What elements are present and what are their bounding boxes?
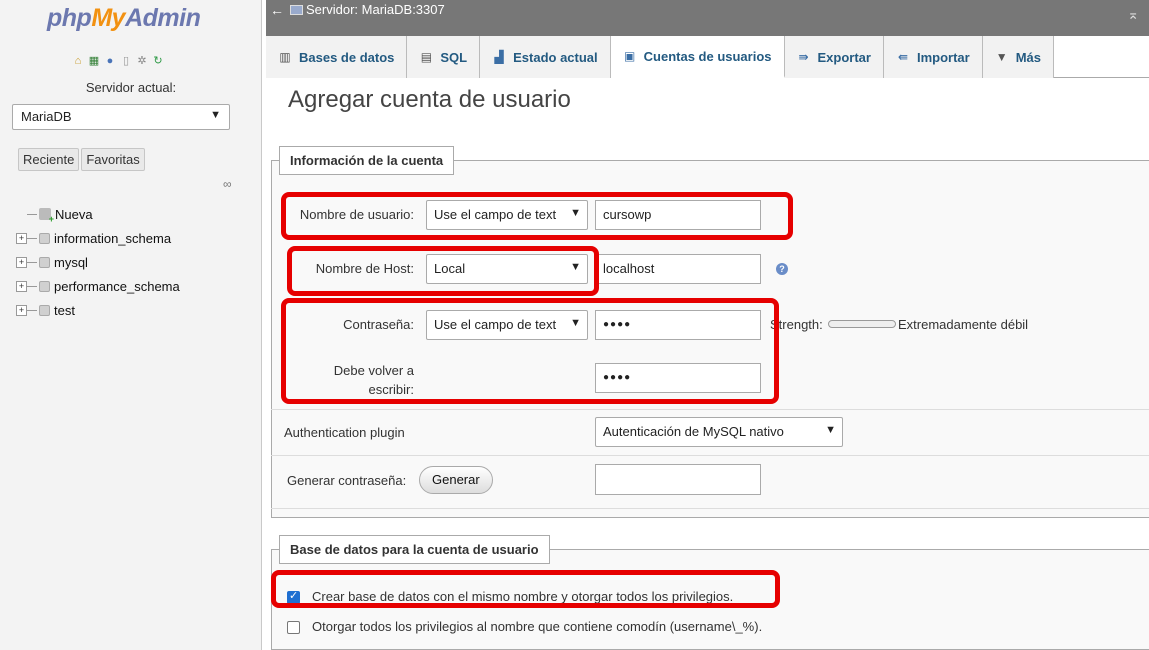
auth-plugin-label: Authentication plugin bbox=[284, 425, 405, 440]
tree-item-new[interactable]: Nueva bbox=[16, 202, 180, 226]
page-title: Agregar cuenta de usuario bbox=[288, 86, 571, 113]
tab-sql[interactable]: ▤ SQL bbox=[407, 36, 481, 78]
chevron-down-icon: ▼ bbox=[210, 109, 221, 121]
collapse-icon[interactable]: ⌅ bbox=[1127, 6, 1139, 23]
tab-status[interactable]: ▟ Estado actual bbox=[480, 36, 611, 78]
tree-item-performance-schema[interactable]: + performance_schema bbox=[16, 274, 180, 298]
quick-icons: ⌂ ▦ ● ▯ ✲ ↻ bbox=[72, 55, 164, 67]
expand-icon[interactable]: + bbox=[16, 304, 27, 316]
expand-icon[interactable]: + bbox=[16, 232, 27, 244]
generate-button[interactable]: Generar bbox=[419, 466, 493, 494]
tab-label: Exportar bbox=[817, 49, 871, 65]
phpmyadmin-logo[interactable]: phpMyAdmin bbox=[47, 4, 201, 33]
db-icon[interactable]: ▦ bbox=[88, 55, 100, 67]
arrow-left-icon[interactable]: ← bbox=[270, 2, 284, 18]
navigation-sidebar: phpMyAdmin ⌂ ▦ ● ▯ ✲ ↻ Servidor actual: … bbox=[0, 0, 262, 650]
sql-icon: ▤ bbox=[420, 50, 433, 64]
generated-password-input[interactable] bbox=[595, 464, 761, 495]
divider bbox=[271, 455, 1149, 456]
tree-item-test[interactable]: + test bbox=[16, 298, 180, 322]
tree-item-label[interactable]: information_schema bbox=[54, 231, 171, 246]
link-icon[interactable]: ∞ bbox=[223, 177, 232, 191]
logo-admin: Admin bbox=[125, 4, 201, 32]
chevron-down-icon: ▼ bbox=[825, 424, 836, 436]
tab-import[interactable]: ⇚ Importar bbox=[883, 36, 983, 78]
database-icon bbox=[39, 280, 50, 292]
wildcard-privileges-checkbox[interactable] bbox=[287, 621, 300, 634]
account-info-legend: Información de la cuenta bbox=[279, 146, 455, 175]
tree-item-information-schema[interactable]: + information_schema bbox=[16, 226, 180, 250]
tab-label: Cuentas de usuarios bbox=[643, 48, 772, 64]
help-icon[interactable]: ● bbox=[104, 55, 116, 67]
settings-icon[interactable]: ✲ bbox=[136, 55, 148, 67]
sidebar-tab-favorites[interactable]: Favoritas bbox=[81, 148, 145, 171]
tab-label: Importar bbox=[916, 49, 970, 65]
host-input[interactable]: localhost bbox=[595, 254, 761, 284]
database-tree: Nueva + information_schema + mysql + per… bbox=[16, 202, 180, 322]
tab-label: Estado actual bbox=[513, 49, 598, 65]
server-breadcrumb[interactable]: Servidor: MariaDB:3307 bbox=[290, 2, 445, 17]
logo-my: My bbox=[91, 4, 126, 32]
tree-item-label[interactable]: Nueva bbox=[55, 207, 93, 222]
server-select[interactable]: MariaDB ▼ bbox=[12, 104, 230, 130]
auth-plugin-value: Autenticación de MySQL nativo bbox=[603, 424, 784, 439]
logo-php: php bbox=[47, 4, 92, 32]
tree-item-label[interactable]: mysql bbox=[54, 255, 88, 270]
new-db-icon bbox=[39, 208, 54, 224]
tab-export[interactable]: ⇛ Exportar bbox=[784, 36, 884, 78]
tab-label: Bases de datos bbox=[299, 49, 395, 65]
database-legend: Base de datos para la cuenta de usuario bbox=[279, 535, 550, 564]
tab-label: SQL bbox=[440, 49, 468, 65]
server-icon bbox=[290, 4, 303, 15]
server-breadcrumb-bar: ← Servidor: MariaDB:3307 ⌅ bbox=[266, 0, 1149, 36]
highlight-host bbox=[287, 246, 599, 296]
expand-icon[interactable]: + bbox=[16, 256, 27, 268]
main-tabs: ▥ Bases de datos ▤ SQL ▟ Estado actual ▣… bbox=[266, 36, 1149, 78]
server-breadcrumb-label: Servidor: MariaDB:3307 bbox=[306, 2, 445, 17]
users-icon: ▣ bbox=[623, 49, 636, 63]
divider bbox=[271, 409, 1149, 410]
home-icon[interactable]: ⌂ bbox=[72, 55, 84, 67]
reload-icon[interactable]: ↻ bbox=[152, 55, 164, 67]
highlight-username bbox=[281, 192, 793, 240]
divider bbox=[271, 508, 1149, 509]
app-root: phpMyAdmin ⌂ ▦ ● ▯ ✲ ↻ Servidor actual: … bbox=[0, 0, 1149, 650]
tab-label: Más bbox=[1015, 49, 1042, 65]
help-icon[interactable]: ? bbox=[776, 263, 788, 275]
wildcard-privileges-label[interactable]: Otorgar todos los privilegios al nombre … bbox=[312, 619, 762, 634]
database-icon: ▥ bbox=[279, 50, 291, 64]
password-strength-meter bbox=[828, 320, 896, 328]
database-icon bbox=[39, 304, 50, 316]
generate-password-label: Generar contraseña: bbox=[287, 473, 407, 488]
tree-item-mysql[interactable]: + mysql bbox=[16, 250, 180, 274]
strength-text: Extremadamente débil bbox=[898, 317, 1029, 332]
sidebar-tabs: Reciente Favoritas bbox=[18, 148, 147, 171]
import-icon: ⇚ bbox=[897, 50, 909, 64]
sidebar-tab-recent[interactable]: Reciente bbox=[18, 148, 80, 171]
tab-user-accounts[interactable]: ▣ Cuentas de usuarios bbox=[610, 36, 785, 78]
highlight-create-db bbox=[271, 570, 780, 608]
more-icon: ▼ bbox=[995, 50, 1008, 64]
tab-more[interactable]: ▼ Más bbox=[982, 36, 1055, 78]
tab-databases[interactable]: ▥ Bases de datos bbox=[266, 36, 408, 78]
server-select-value: MariaDB bbox=[21, 109, 72, 124]
tree-item-label[interactable]: test bbox=[54, 303, 75, 318]
status-icon: ▟ bbox=[494, 50, 504, 64]
database-icon bbox=[39, 232, 50, 244]
expand-icon[interactable]: + bbox=[16, 280, 27, 292]
highlight-password bbox=[281, 298, 779, 404]
doc-icon[interactable]: ▯ bbox=[120, 55, 132, 67]
export-icon: ⇛ bbox=[798, 50, 809, 64]
auth-plugin-select[interactable]: Autenticación de MySQL nativo ▼ bbox=[595, 417, 843, 447]
tree-item-label[interactable]: performance_schema bbox=[54, 279, 180, 294]
database-icon bbox=[39, 256, 50, 268]
current-server-label: Servidor actual: bbox=[85, 80, 177, 95]
